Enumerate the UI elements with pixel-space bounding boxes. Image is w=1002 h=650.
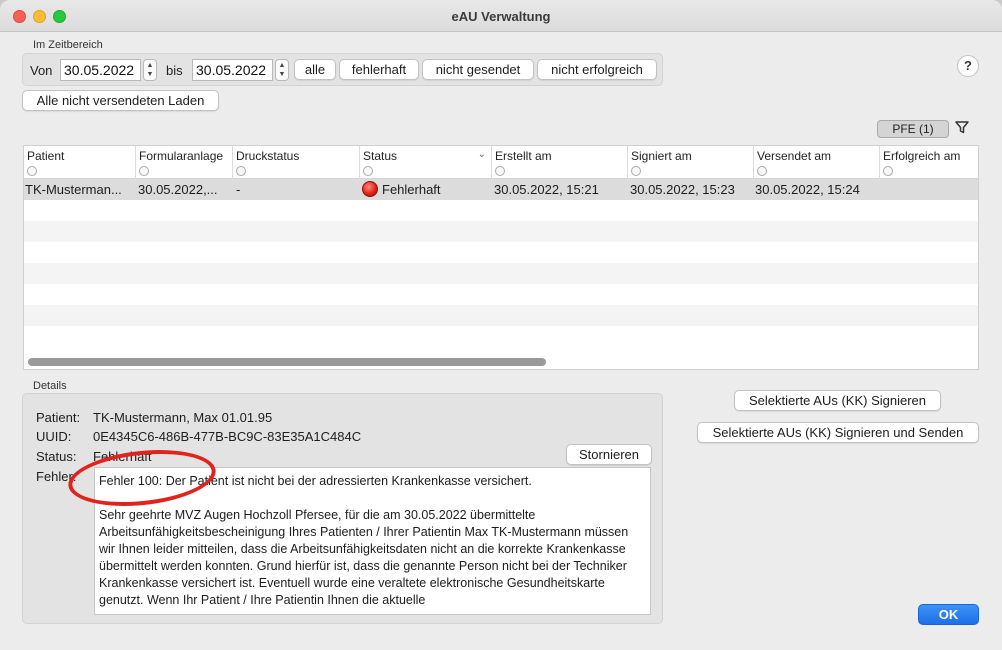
time-range-group-label: Im Zeitbereich xyxy=(33,39,103,51)
window-title: eAU Verwaltung xyxy=(451,9,551,24)
uuid-value: 0E4345C6-486B-477B-BC9C-83E35A1C484C xyxy=(93,429,362,444)
column-filter-radio[interactable] xyxy=(139,166,149,176)
chevron-down-icon: ▼ xyxy=(278,71,286,78)
error-message-body: Sehr geehrte MVZ Augen Hochzoll Pfersee,… xyxy=(99,508,629,607)
table-row-empty xyxy=(24,263,978,284)
time-range-filter-box: Von 30.05.2022 ▲ ▼ bis 30.05.2022 ▲ ▼ alle… xyxy=(22,53,663,86)
filter-not-sent-button[interactable]: nicht gesendet xyxy=(422,59,534,80)
to-date-stepper[interactable]: ▲ ▼ xyxy=(275,59,289,81)
sort-chevron-icon: ⌄ xyxy=(477,149,486,160)
patient-label: Patient: xyxy=(36,410,81,425)
ok-button[interactable]: OK xyxy=(918,604,979,625)
status-label: Status: xyxy=(36,449,77,464)
sign-selected-button[interactable]: Selektierte AUs (KK) Signieren xyxy=(734,390,941,411)
error-status-icon xyxy=(362,181,378,197)
column-filter-radio[interactable] xyxy=(363,166,373,176)
load-unsent-button[interactable]: Alle nicht versendeten Laden xyxy=(22,90,219,111)
cell-signiert: 30.05.2022, 15:23 xyxy=(630,182,735,197)
column-filter-radio[interactable] xyxy=(27,166,37,176)
column-header-signiert[interactable]: Signiert am xyxy=(628,146,754,179)
chevron-up-icon: ▲ xyxy=(278,62,286,69)
to-label: bis xyxy=(166,63,183,78)
error-text-area[interactable]: Fehler 100: Der Patient ist nicht bei de… xyxy=(94,467,651,615)
error-label: Fehler: xyxy=(36,469,77,484)
table-row[interactable]: TK-Musterman... 30.05.2022,... - Fehlerh… xyxy=(24,179,978,200)
column-filter-radio[interactable] xyxy=(631,166,641,176)
eau-table: Patient Formularanlage Druckstatus Statu… xyxy=(23,145,979,370)
column-header-status[interactable]: Status ⌄ xyxy=(360,146,492,179)
uuid-label: UUID: xyxy=(36,429,72,444)
column-header-erfolgreich[interactable]: Erfolgreich am xyxy=(880,146,978,179)
to-date-field[interactable]: 30.05.2022 xyxy=(192,59,273,81)
pfe-filter-badge[interactable]: PFE (1) xyxy=(877,120,949,138)
error-headline: Fehler 100: Der Patient ist nicht bei de… xyxy=(99,474,532,488)
cell-patient: TK-Musterman... xyxy=(25,182,122,197)
patient-value: TK-Mustermann, Max 01.01.95 xyxy=(93,410,273,425)
column-header-versendet[interactable]: Versendet am xyxy=(754,146,880,179)
cell-versendet: 30.05.2022, 15:24 xyxy=(755,182,860,197)
cell-status: Fehlerhaft xyxy=(362,181,490,197)
column-filter-radio[interactable] xyxy=(495,166,505,176)
eau-window: eAU Verwaltung Im Zeitbereich Von 30.05.… xyxy=(0,0,1002,650)
help-button[interactable]: ? xyxy=(957,55,979,77)
title-bar: eAU Verwaltung xyxy=(0,0,1002,32)
filter-all-button[interactable]: alle xyxy=(294,59,336,80)
column-filter-radio[interactable] xyxy=(883,166,893,176)
column-filter-radio[interactable] xyxy=(757,166,767,176)
table-row-empty xyxy=(24,326,978,347)
cell-druckstatus: - xyxy=(236,182,241,197)
from-label: Von xyxy=(30,63,53,78)
table-row-empty xyxy=(24,200,978,221)
column-header-formularanlage[interactable]: Formularanlage xyxy=(136,146,233,179)
column-header-erstellt[interactable]: Erstellt am xyxy=(492,146,628,179)
details-box: Patient: TK-Mustermann, Max 01.01.95 UUI… xyxy=(22,393,663,624)
sign-and-send-selected-button[interactable]: Selektierte AUs (KK) Signieren und Sende… xyxy=(697,422,979,443)
filter-faulty-button[interactable]: fehlerhaft xyxy=(339,59,419,80)
details-group-label: Details xyxy=(33,380,67,392)
chevron-up-icon: ▲ xyxy=(146,62,154,69)
chevron-down-icon: ▼ xyxy=(146,71,154,78)
table-row-empty xyxy=(24,221,978,242)
table-row-empty xyxy=(24,284,978,305)
table-row-empty xyxy=(24,242,978,263)
table-header: Patient Formularanlage Druckstatus Statu… xyxy=(24,146,978,179)
status-text: Fehlerhaft xyxy=(382,182,441,197)
cell-formularanlage: 30.05.2022,... xyxy=(138,182,218,197)
table-row-empty xyxy=(24,305,978,326)
filter-icon[interactable] xyxy=(951,119,973,139)
from-date-field[interactable]: 30.05.2022 xyxy=(60,59,141,81)
cell-erstellt: 30.05.2022, 15:21 xyxy=(494,182,599,197)
cancel-button[interactable]: Stornieren xyxy=(566,444,652,465)
column-header-patient[interactable]: Patient xyxy=(24,146,136,179)
column-header-druckstatus[interactable]: Druckstatus xyxy=(233,146,360,179)
from-date-stepper[interactable]: ▲ ▼ xyxy=(143,59,157,81)
column-filter-radio[interactable] xyxy=(236,166,246,176)
filter-not-successful-button[interactable]: nicht erfolgreich xyxy=(537,59,657,80)
status-value: Fehlerhaft xyxy=(93,449,152,464)
horizontal-scrollbar[interactable] xyxy=(28,358,546,366)
